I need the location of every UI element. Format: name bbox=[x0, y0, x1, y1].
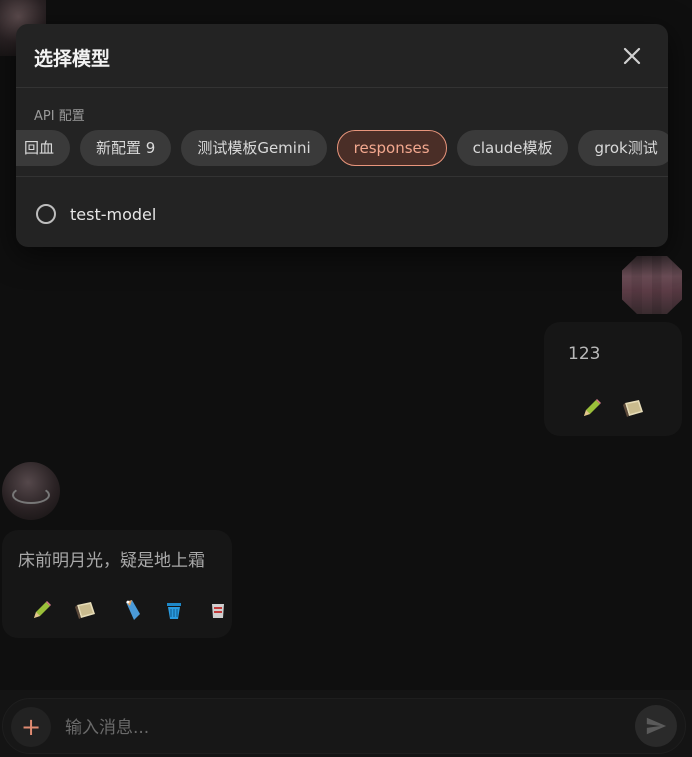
regenerate-icon[interactable] bbox=[206, 598, 230, 622]
config-chip[interactable]: claude模板 bbox=[456, 130, 569, 166]
bot-message-actions bbox=[30, 598, 230, 622]
close-icon bbox=[623, 47, 641, 65]
copy-icon[interactable] bbox=[622, 396, 646, 420]
section-label-api-config: API 配置 bbox=[34, 109, 85, 124]
api-config-chips: 回血 新配置 9 测试模板Gemini responses claude模板 g… bbox=[16, 130, 668, 168]
send-button[interactable] bbox=[635, 705, 677, 747]
edit-icon[interactable] bbox=[30, 598, 54, 622]
config-chip[interactable]: 新配置 9 bbox=[80, 130, 172, 166]
radio-button[interactable] bbox=[36, 204, 56, 224]
divider bbox=[16, 176, 668, 177]
message-input[interactable] bbox=[63, 711, 567, 745]
dialog-title: 选择模型 bbox=[34, 48, 111, 70]
config-chip[interactable]: grok测试 bbox=[578, 130, 668, 166]
close-button[interactable] bbox=[618, 42, 646, 70]
edit-icon[interactable] bbox=[580, 396, 604, 420]
add-attachment-button[interactable]: + bbox=[11, 707, 51, 747]
bot-message-text: 床前明月光，疑是地上霜 bbox=[18, 551, 205, 571]
composer-bar: + bbox=[0, 690, 692, 757]
user-message-actions bbox=[580, 396, 646, 420]
app-screen: 123 床前明月光，疑是地上霜 + 输入消息... 选择模型 API 配置 回血… bbox=[0, 0, 692, 757]
divider bbox=[16, 87, 668, 88]
config-chip[interactable]: 测试模板Gemini bbox=[181, 130, 327, 166]
user-message-bubble: 123 bbox=[544, 322, 682, 436]
trash-icon[interactable] bbox=[162, 598, 186, 622]
select-model-dialog: 选择模型 API 配置 回血 新配置 9 测试模板Gemini response… bbox=[16, 24, 668, 247]
model-option[interactable]: test-model bbox=[16, 194, 668, 234]
bot-message-bubble: 床前明月光，疑是地上霜 bbox=[2, 530, 232, 638]
user-message-text: 123 bbox=[568, 344, 601, 364]
copy-icon[interactable] bbox=[74, 598, 98, 622]
user-avatar[interactable] bbox=[622, 256, 682, 314]
config-chip-active[interactable]: responses bbox=[336, 130, 447, 166]
bot-avatar[interactable] bbox=[2, 462, 60, 520]
composer: + bbox=[2, 698, 686, 754]
send-icon bbox=[646, 717, 667, 735]
tag-icon[interactable] bbox=[118, 598, 142, 622]
model-option-label: test-model bbox=[70, 204, 157, 224]
config-chip[interactable]: 回血 bbox=[16, 130, 71, 166]
